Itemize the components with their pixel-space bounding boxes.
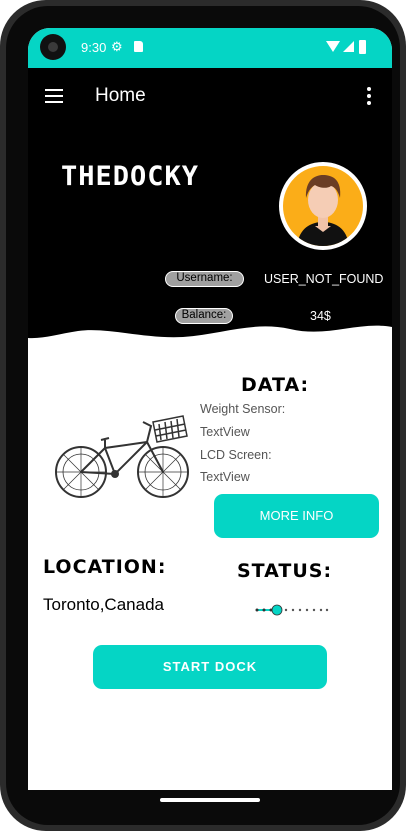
camera-cutout [40, 34, 66, 60]
balance-value: 34$ [310, 309, 331, 323]
phone-bezel: 9:30 ⚙ Home THEDOCKY Username: USER_NOT_… [6, 6, 400, 825]
signal-icon [343, 41, 354, 52]
wifi-icon [326, 41, 340, 52]
location-value: Toronto,Canada [43, 595, 164, 614]
status-time: 9:30 [81, 40, 107, 55]
status-title: STATUS: [237, 560, 333, 582]
brand-logo-text: THEDOCKY [61, 161, 200, 192]
weight-sensor-value: TextView [200, 425, 250, 439]
balance-label: Balance: [175, 308, 233, 324]
lcd-screen-value: TextView [200, 470, 250, 484]
app-toolbar: Home [28, 68, 392, 124]
bicycle-icon [55, 415, 189, 498]
avatar[interactable] [279, 162, 367, 250]
sd-card-icon [134, 41, 143, 52]
more-info-button[interactable]: MORE INFO [214, 494, 379, 538]
more-vert-icon[interactable] [364, 86, 374, 106]
lcd-screen-label: LCD Screen: [200, 448, 272, 462]
toolbar-title: Home [95, 85, 146, 106]
status-progress-indicator [255, 604, 329, 616]
location-title: LOCATION: [43, 556, 167, 578]
home-indicator[interactable] [160, 798, 260, 802]
data-section-title: DATA: [241, 374, 310, 396]
app-screen: 9:30 ⚙ Home THEDOCKY Username: USER_NOT_… [28, 28, 392, 790]
username-value: USER_NOT_FOUND [264, 272, 384, 286]
username-label: Username: [165, 271, 244, 287]
gear-icon: ⚙ [111, 39, 123, 54]
weight-sensor-label: Weight Sensor: [200, 402, 286, 416]
user-avatar-icon [297, 175, 349, 246]
battery-icon [359, 40, 366, 54]
phone-frame: 9:30 ⚙ Home THEDOCKY Username: USER_NOT_… [0, 0, 406, 831]
hamburger-menu-icon[interactable] [45, 89, 63, 103]
profile-header: THEDOCKY Username: USER_NOT_FOUND Balanc… [28, 124, 392, 384]
start-dock-button[interactable]: START DOCK [93, 645, 327, 689]
status-bar: 9:30 ⚙ [28, 28, 392, 68]
